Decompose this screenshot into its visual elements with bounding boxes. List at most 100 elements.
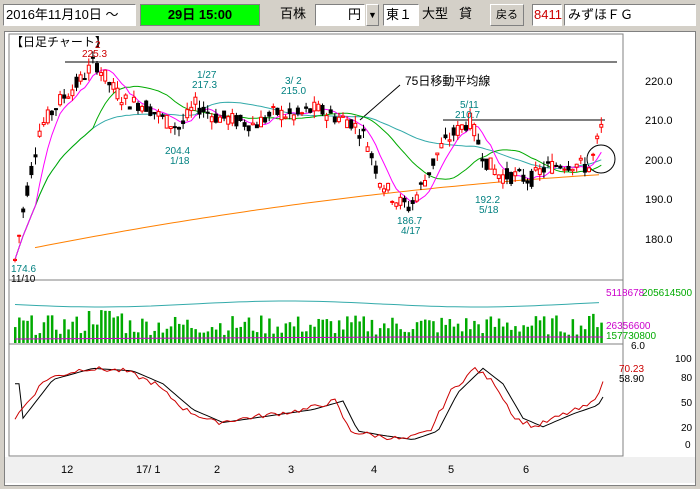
candle-body <box>111 82 116 90</box>
volume-bar <box>350 322 353 343</box>
candle-body <box>181 120 186 125</box>
volume-bar <box>14 327 17 343</box>
candle-body <box>49 110 54 116</box>
volume-bar <box>210 327 214 343</box>
candle-body <box>500 174 505 184</box>
currency-dropdown-button[interactable]: ▼ <box>366 4 379 26</box>
volume-bar <box>284 323 288 343</box>
ma75-line <box>34 174 600 249</box>
volume-bar <box>239 326 242 343</box>
candle-body <box>361 128 366 132</box>
osc-tick-0: 0 <box>685 440 691 451</box>
candle-body <box>95 63 99 73</box>
candle-body <box>459 124 464 130</box>
candle-body <box>275 107 280 115</box>
candle-body <box>226 116 231 125</box>
market-field[interactable]: 東１ <box>383 4 419 26</box>
candle-body <box>472 123 477 137</box>
lending-label: 貸 <box>459 4 477 26</box>
candle-body <box>521 174 526 182</box>
candle-body <box>373 165 378 174</box>
candle-body <box>140 105 145 112</box>
volume-bar <box>309 324 312 343</box>
volume-bar <box>165 328 169 343</box>
volume-bar <box>243 321 247 343</box>
chevron-down-icon: ▼ <box>368 10 377 20</box>
candle-body <box>107 81 112 86</box>
candle-body <box>119 102 124 106</box>
candle-body <box>369 153 374 159</box>
date-axis-band <box>5 457 695 483</box>
candle-body <box>476 139 481 145</box>
period-field[interactable]: 29日 15:00 <box>140 4 260 26</box>
volume-bar <box>190 327 193 343</box>
volume-bar <box>551 318 554 343</box>
lending-text: 貸 <box>459 6 473 21</box>
candle-body <box>185 109 190 119</box>
candle-body <box>341 115 345 118</box>
candle-body <box>242 122 247 127</box>
candle-body <box>394 202 399 207</box>
candle-body <box>131 96 136 103</box>
volume-bar <box>485 319 488 343</box>
volume-bar <box>583 329 587 343</box>
candle-body <box>250 122 255 126</box>
candle-body <box>103 69 108 82</box>
x-tick-may: 5 <box>448 464 454 476</box>
volume-bar <box>395 323 398 343</box>
osc-tick-80: 80 <box>681 373 693 384</box>
unit-label: 百株 <box>280 4 312 26</box>
volume-bar <box>337 320 341 343</box>
candle-body <box>160 114 165 117</box>
candle-body <box>455 124 460 136</box>
candle-body <box>164 114 169 129</box>
volume-bar <box>374 334 378 343</box>
candle-body <box>496 174 501 179</box>
candle-body <box>62 94 67 99</box>
candle-body <box>447 139 452 142</box>
x-tick-mar: 3 <box>288 464 294 476</box>
annot-may18-date: 5/18 <box>479 205 499 216</box>
candle-body <box>484 158 489 170</box>
candle-body <box>566 165 571 171</box>
candle-body <box>29 165 34 176</box>
volume-bar <box>313 326 316 343</box>
candle-body <box>324 115 329 121</box>
volume-bar <box>575 334 579 343</box>
volume-bar <box>231 316 234 343</box>
candle-body <box>595 135 600 140</box>
volume-bar <box>522 325 525 343</box>
volume-average-polyline <box>14 300 600 308</box>
volume-bar <box>288 322 292 343</box>
candle-body <box>582 163 587 173</box>
volume-bar <box>71 321 74 343</box>
volume-bar <box>444 324 447 343</box>
candle-body <box>271 106 276 109</box>
back-button[interactable]: 戻る <box>490 4 524 26</box>
candle-body <box>574 163 579 168</box>
volume-bar <box>186 319 189 343</box>
period-text: 29日 15:00 <box>167 7 233 22</box>
candle-body <box>591 153 596 156</box>
volume-bar <box>38 333 42 343</box>
volume-bar <box>321 319 324 343</box>
name-field[interactable]: みずほＦＧ <box>564 4 696 26</box>
annot-apr17-date: 4/17 <box>401 226 421 237</box>
volume-bar <box>547 334 550 343</box>
volume-bar <box>219 323 222 343</box>
date-range-field[interactable]: 2016年11月10日 ～ <box>3 4 136 26</box>
candle-body <box>464 125 468 131</box>
size-text: 大型 <box>422 6 449 21</box>
candle-body <box>25 185 30 196</box>
volume-bar <box>260 315 263 343</box>
candle-body <box>177 126 181 130</box>
currency-select[interactable]: 円 <box>315 4 365 26</box>
volume-bar <box>333 333 337 343</box>
code-field[interactable]: 8411 <box>532 4 562 26</box>
candle-body <box>320 104 325 115</box>
candle-body <box>443 134 448 139</box>
candle-body <box>54 108 58 111</box>
candle-body <box>386 182 391 191</box>
candle-body <box>201 106 206 113</box>
volume-bar <box>22 320 25 343</box>
